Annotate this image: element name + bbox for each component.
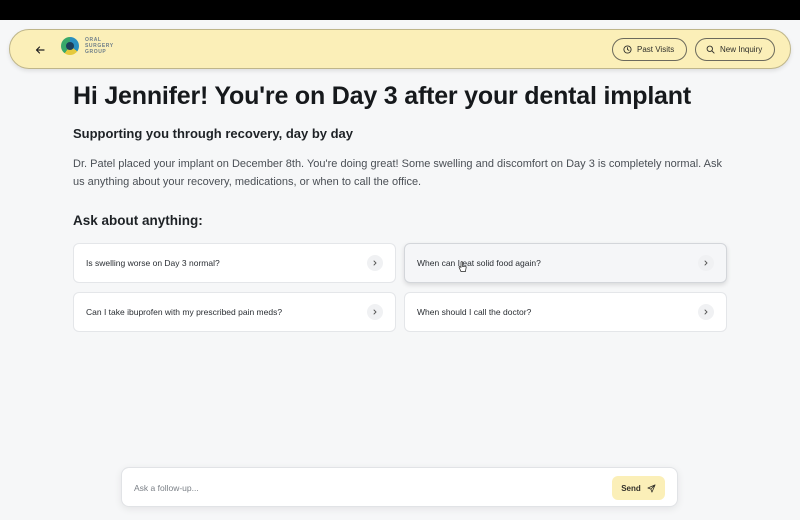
chevron-right-icon xyxy=(698,304,714,320)
question-text: Is swelling worse on Day 3 normal? xyxy=(86,258,220,268)
send-button[interactable]: Send xyxy=(612,476,665,500)
top-navigation-bar: ORAL SURGERY GROUP Past Visits New Inqui… xyxy=(9,29,791,69)
question-card-ibuprofen[interactable]: Can I take ibuprofen with my prescribed … xyxy=(73,292,396,332)
suggested-questions-heading: Ask about anything: xyxy=(73,213,203,228)
past-visits-button[interactable]: Past Visits xyxy=(612,38,687,61)
question-card-swelling[interactable]: Is swelling worse on Day 3 normal? xyxy=(73,243,396,283)
follow-up-input[interactable] xyxy=(134,478,594,498)
logo-mark xyxy=(61,37,79,55)
clock-icon xyxy=(623,45,632,54)
page-subtitle: Supporting you through recovery, day by … xyxy=(73,126,354,141)
chevron-right-icon xyxy=(367,304,383,320)
paper-plane-icon xyxy=(647,483,656,493)
search-icon xyxy=(706,45,715,54)
question-text: Can I take ibuprofen with my prescribed … xyxy=(86,307,283,317)
new-inquiry-label: New Inquiry xyxy=(720,45,763,54)
question-text: When can I eat solid food again? xyxy=(417,258,541,268)
follow-up-composer: Send xyxy=(121,467,678,507)
page-title: Hi Jennifer! You're on Day 3 after your … xyxy=(73,82,691,110)
intro-paragraph: Dr. Patel placed your implant on Decembe… xyxy=(73,158,722,188)
window-top-bar xyxy=(0,0,800,20)
chevron-right-icon xyxy=(698,255,714,271)
arrow-left-icon xyxy=(35,46,45,54)
send-label: Send xyxy=(621,483,641,493)
question-card-solid-food[interactable]: When can I eat solid food again? xyxy=(404,243,727,283)
question-card-call-doctor[interactable]: When should I call the doctor? xyxy=(404,292,727,332)
new-inquiry-button[interactable]: New Inquiry xyxy=(695,38,775,61)
logo-text: ORAL SURGERY GROUP xyxy=(85,37,114,55)
back-button[interactable] xyxy=(30,40,50,60)
hand-pointer-cursor-icon xyxy=(458,261,467,272)
brand-logo[interactable]: ORAL SURGERY GROUP xyxy=(61,37,114,55)
chevron-right-icon xyxy=(367,255,383,271)
past-visits-label: Past Visits xyxy=(637,45,675,54)
question-text: When should I call the doctor? xyxy=(417,307,532,317)
